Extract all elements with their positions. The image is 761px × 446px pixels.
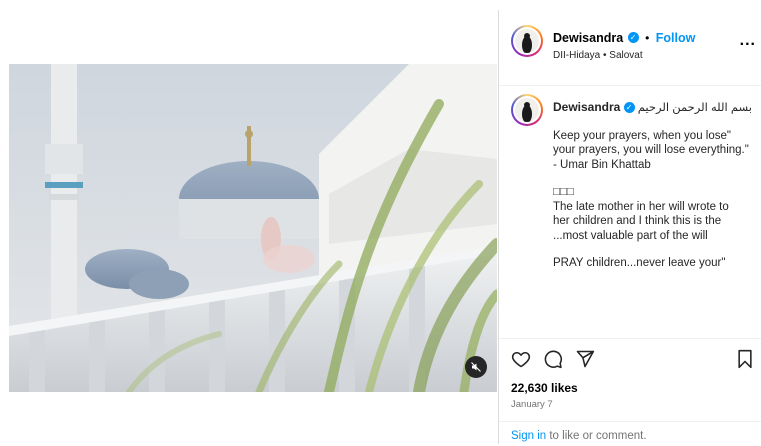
caption-line: your prayers, you will lose everything." [553,144,749,156]
caption-line: PRAY children...never leave your" [553,257,726,269]
avatar-figure-icon [522,33,532,53]
instagram-post-page: Dewisandra ✓ • Follow DII-Hidaya • Salov… [0,0,761,444]
more-options-button[interactable]: ... [740,32,756,50]
location-link[interactable]: DII-Hidaya • Salovat [553,50,643,61]
post-header: Dewisandra ✓ • Follow DII-Hidaya • Salov… [499,10,761,86]
caption-line: - Umar Bin Khattab [553,158,651,171]
signin-rest-text: to like or comment. [546,430,647,442]
caption-line: her children and I think this is the [553,215,722,227]
verified-badge-icon: ✓ [623,102,635,114]
username-link[interactable]: Dewisandra [553,31,623,45]
caption-line: □□□ [553,186,574,198]
caption-line: The late mother in her will wrote to [553,200,729,213]
avatar[interactable] [511,25,543,57]
verified-badge-icon: ✓ [627,32,639,44]
dot-separator: • [645,31,650,45]
post-side-panel: Dewisandra ✓ • Follow DII-Hidaya • Salov… [498,10,761,444]
action-bar: 22,630 likes January 7 Sign in to like o… [499,338,761,445]
signin-prompt: Sign in to like or comment. [511,430,647,442]
caption-avatar[interactable] [511,94,543,126]
share-icon[interactable] [575,349,595,369]
caption-line: ...most valuable part of the will [553,229,708,242]
post-date[interactable]: January 7 [511,399,553,410]
speaker-muted-icon [471,362,481,372]
mute-button[interactable] [465,356,487,378]
caption-username-link[interactable]: Dewisandra [553,100,620,114]
caption-text: Dewisandra ✓ بسم الله الرحمن الرحيم Keep… [553,100,758,271]
bookmark-icon[interactable] [736,349,754,369]
post-video[interactable] [9,64,497,392]
signin-link[interactable]: Sign in [511,430,546,442]
comment-icon[interactable] [543,349,563,369]
caption-first-line: Dewisandra ✓ بسم الله الرحمن الرحيم [553,100,758,116]
caption-line: Keep your prayers, when you lose" [553,129,731,142]
header-title-row: Dewisandra ✓ • Follow [553,29,695,47]
likes-count[interactable]: 22,630 likes [511,381,578,395]
mosque-scene [9,64,497,392]
signin-bar: Sign in to like or comment. [499,421,761,446]
follow-button[interactable]: Follow [656,31,696,45]
avatar-figure-icon [522,102,532,122]
heart-icon[interactable] [511,349,531,369]
caption-scroll-area[interactable]: Dewisandra ✓ بسم الله الرحمن الرحيم Keep… [499,86,761,338]
caption-line: بسم الله الرحمن الرحيم [637,102,752,114]
